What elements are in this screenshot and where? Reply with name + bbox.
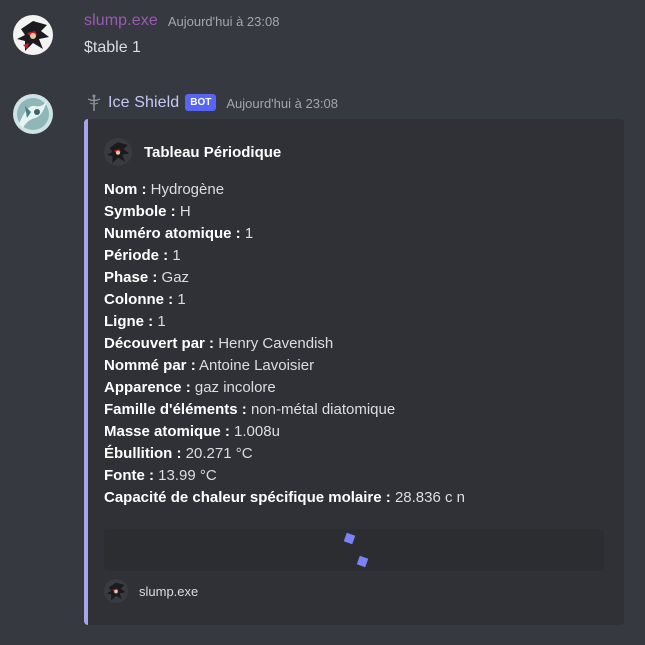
embed-field-name: Période : <box>104 247 169 264</box>
message-timestamp: Aujourd'hui à 23:08 <box>226 95 338 111</box>
embed-field-name: Ligne : <box>104 313 154 330</box>
embed-fields: Nom : Hydrogène Symbole : H Numéro atomiqu… <box>104 179 604 509</box>
embed-footer: slump.exe <box>104 579 198 603</box>
embed-field-name: Symbole : <box>104 203 176 220</box>
embed-field-value: Henry Cavendish <box>218 335 334 352</box>
author-name[interactable]: Ice Shield <box>108 94 179 112</box>
embed-field-value: non-métal diatomique <box>250 401 396 418</box>
embed-field: Ligne : 1 <box>104 311 604 333</box>
embed-field-value: 13.99 °C <box>158 467 217 484</box>
embed-field: Fonte : 13.99 °C <box>104 465 604 487</box>
embed-field-value: 20.271 °C <box>185 445 253 462</box>
embed: Tableau Périodique Nom : Hydrogène Symbol… <box>84 119 624 625</box>
embed-field: Nom : Hydrogène <box>104 179 604 201</box>
embed-field-value: Hydrogène <box>150 181 225 198</box>
embed-field: Capacité de chaleur spécifique molaire :… <box>104 487 604 509</box>
embed-field-value: 1 <box>172 247 181 264</box>
embed-field-value: 28.836 c n <box>394 489 465 506</box>
shadow-hedgehog-avatar[interactable] <box>13 15 53 55</box>
bot-badge: BOT <box>185 93 217 111</box>
loading-spinner-icon <box>342 529 382 571</box>
embed-image-placeholder <box>104 529 604 571</box>
embed-author: Tableau Périodique <box>104 138 281 166</box>
embed-field: Phase : Gaz <box>104 267 604 289</box>
ice-dragon-avatar[interactable] <box>13 94 53 134</box>
embed-field-value: 1 <box>244 225 254 242</box>
embed-field-value: 1.008u <box>234 423 280 440</box>
embed-field: Masse atomique : 1.008u <box>104 421 604 443</box>
shadow-hedgehog-avatar <box>104 138 132 166</box>
embed-field-value: Antoine Lavoisier <box>199 357 315 374</box>
embed-field-name: Apparence : <box>104 379 191 396</box>
embed-field: Nommé par : Antoine Lavoisier <box>104 355 604 377</box>
embed-accent-bar <box>84 119 88 625</box>
embed-field-name: Famille d'éléments : <box>104 401 247 418</box>
staff-icon <box>84 93 104 113</box>
embed-field: Apparence : gaz incolore <box>104 377 604 399</box>
embed-field-name: Nom : <box>104 181 147 198</box>
embed-field-name: Nommé par : <box>104 357 196 374</box>
embed-field: Ébullition : 20.271 °C <box>104 443 604 465</box>
embed-field-value: 1 <box>157 313 166 330</box>
message-timestamp: Aujourd'hui à 23:08 <box>167 13 280 29</box>
embed-field-name: Découvert par : <box>104 335 215 352</box>
embed-field-value: H <box>179 203 191 220</box>
embed-field: Famille d'éléments : non-métal diatomiqu… <box>104 399 604 421</box>
embed-field-name: Numéro atomique : <box>104 225 241 242</box>
embed-field-name: Masse atomique : <box>104 423 230 440</box>
embed-field-value: 1 <box>177 291 186 308</box>
embed-field-value: Gaz <box>161 269 190 286</box>
message-content: $table 1 <box>84 39 141 56</box>
embed-field: Colonne : 1 <box>104 289 604 311</box>
embed-field-name: Colonne : <box>104 291 174 308</box>
embed-field-name: Ébullition : <box>104 445 182 462</box>
embed-field: Numéro atomique : 1 <box>104 223 604 245</box>
embed-field-name: Fonte : <box>104 467 154 484</box>
author-name[interactable]: slump.exe <box>84 12 158 30</box>
embed-footer-text: slump.exe <box>139 583 199 599</box>
embed-title: Tableau Périodique <box>144 143 282 161</box>
embed-field-name: Phase : <box>104 269 158 286</box>
embed-field-name: Capacité de chaleur spécifique molaire : <box>104 489 391 506</box>
embed-field: Période : 1 <box>104 245 604 267</box>
embed-field: Symbole : H <box>104 201 604 223</box>
shadow-hedgehog-avatar <box>104 579 128 603</box>
embed-field: Découvert par : Henry Cavendish <box>104 333 604 355</box>
embed-field-value: gaz incolore <box>194 379 276 396</box>
chat-view: slump.exe Aujourd'hui à 23:08 $table 1 I… <box>0 0 645 645</box>
